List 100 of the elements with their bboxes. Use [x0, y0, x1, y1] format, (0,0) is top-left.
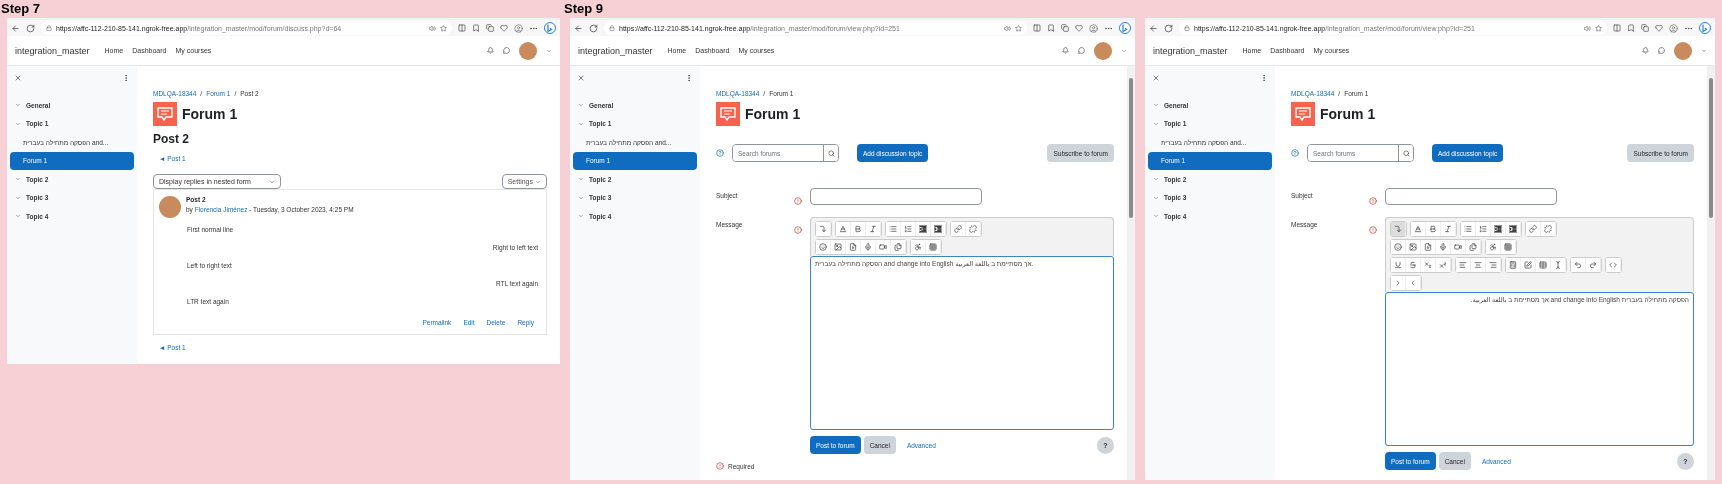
kebab-menu-icon[interactable] — [122, 74, 130, 82]
outdent-button[interactable] — [1491, 222, 1506, 236]
back-icon[interactable] — [574, 23, 583, 33]
scrollbar[interactable] — [1127, 66, 1135, 480]
star-icon[interactable] — [1015, 24, 1022, 32]
heart-icon[interactable] — [1075, 24, 1083, 32]
indent-button[interactable] — [1506, 222, 1521, 236]
align-left-button[interactable] — [1456, 258, 1471, 272]
image-button[interactable] — [1406, 240, 1421, 254]
close-icon[interactable] — [1152, 74, 1160, 82]
bell-icon[interactable] — [487, 47, 494, 54]
outdent-button[interactable] — [916, 222, 931, 236]
video-button[interactable] — [1451, 240, 1466, 254]
bell-icon[interactable] — [1062, 47, 1069, 54]
files-button[interactable] — [891, 240, 906, 254]
close-icon[interactable] — [577, 74, 585, 82]
chevron-down-icon — [15, 176, 21, 183]
font-color-button[interactable] — [836, 222, 851, 236]
user-avatar[interactable] — [1674, 41, 1692, 60]
profile-icon[interactable] — [1089, 23, 1098, 33]
chevron-down-icon[interactable] — [546, 47, 552, 54]
bing-logo-icon[interactable] — [544, 22, 556, 34]
subscript-button[interactable] — [1421, 258, 1436, 272]
collections-icon[interactable] — [486, 24, 494, 32]
site-name[interactable]: integration_master — [578, 45, 653, 56]
refresh-icon[interactable] — [1164, 23, 1173, 33]
heart-icon[interactable] — [500, 24, 508, 32]
media-button[interactable] — [1421, 240, 1436, 254]
split-screen-icon[interactable] — [1033, 24, 1041, 32]
align-right-button[interactable] — [1486, 258, 1501, 272]
heart-icon[interactable] — [1655, 24, 1663, 32]
back-icon[interactable] — [1149, 23, 1158, 33]
bell-icon[interactable] — [1642, 47, 1649, 54]
bing-logo-icon[interactable] — [1699, 22, 1711, 34]
star-icon[interactable] — [1595, 24, 1602, 32]
refresh-icon[interactable] — [589, 23, 598, 33]
read-aloud-icon[interactable] — [429, 24, 436, 32]
emoji-button[interactable] — [816, 240, 831, 254]
unlink-button[interactable] — [966, 222, 981, 236]
refresh-icon[interactable] — [26, 23, 35, 33]
link-button[interactable] — [951, 222, 966, 236]
help-icon[interactable] — [1291, 149, 1299, 157]
files-button[interactable] — [1466, 240, 1481, 254]
unlink-button[interactable] — [1541, 222, 1556, 236]
search-button[interactable] — [1398, 145, 1413, 161]
chevron-down-icon — [15, 102, 21, 109]
kebab-menu-icon[interactable] — [1260, 74, 1268, 82]
favorites-icon[interactable] — [1627, 24, 1635, 32]
kebab-menu-icon[interactable] — [685, 74, 693, 82]
edit-button[interactable] — [1521, 258, 1536, 272]
collections-icon[interactable] — [1641, 24, 1649, 32]
collections-icon[interactable] — [1061, 24, 1069, 32]
strikethrough-button[interactable] — [1406, 258, 1421, 272]
chat-icon[interactable] — [503, 47, 510, 54]
toggle-button[interactable] — [816, 222, 831, 236]
image-button[interactable] — [831, 240, 846, 254]
toggle-button[interactable] — [1391, 222, 1406, 236]
read-aloud-icon[interactable] — [1004, 24, 1011, 32]
user-avatar[interactable] — [519, 41, 537, 60]
user-avatar[interactable] — [1094, 41, 1112, 60]
undo-button[interactable] — [1571, 258, 1586, 272]
chevron-down-icon[interactable] — [1121, 47, 1127, 54]
redo-button[interactable] — [1586, 258, 1601, 272]
site-name[interactable]: integration_master — [1153, 45, 1228, 56]
favorites-icon[interactable] — [1047, 24, 1055, 32]
font-color-button[interactable] — [1411, 222, 1426, 236]
profile-icon[interactable] — [514, 23, 523, 33]
profile-icon[interactable] — [1669, 23, 1678, 33]
help-icon[interactable] — [716, 149, 724, 157]
bullet-list-button[interactable] — [886, 222, 901, 236]
close-icon[interactable] — [14, 74, 22, 82]
video-button[interactable] — [876, 240, 891, 254]
bullet-list-button[interactable] — [1461, 222, 1476, 236]
split-screen-icon[interactable] — [1613, 24, 1621, 32]
table-button[interactable] — [1536, 258, 1551, 272]
chevron-down-icon[interactable] — [1701, 47, 1707, 54]
underline-button[interactable] — [1391, 258, 1406, 272]
site-name[interactable]: integration_master — [15, 45, 90, 56]
star-icon[interactable] — [440, 24, 447, 32]
align-center-button[interactable] — [1471, 258, 1486, 272]
indent-button[interactable] — [931, 222, 946, 236]
subject-input[interactable] — [1385, 188, 1557, 205]
calculator-button[interactable] — [1506, 258, 1521, 272]
bing-logo-icon[interactable] — [1119, 22, 1131, 34]
favorites-icon[interactable] — [472, 24, 480, 32]
chevron-down-icon — [578, 120, 584, 127]
split-screen-icon[interactable] — [458, 24, 466, 32]
emoji-button[interactable] — [1391, 240, 1406, 254]
link-button[interactable] — [1526, 222, 1541, 236]
scrollbar[interactable] — [1707, 66, 1715, 480]
chat-icon[interactable] — [1078, 47, 1085, 54]
search-button[interactable] — [823, 145, 838, 161]
html-button[interactable] — [1606, 258, 1621, 272]
chat-icon[interactable] — [1658, 47, 1665, 54]
superscript-button[interactable] — [1436, 258, 1451, 272]
back-icon[interactable] — [11, 23, 20, 33]
read-aloud-icon[interactable] — [1584, 24, 1591, 32]
subject-input[interactable] — [810, 188, 982, 205]
files-icon — [894, 243, 902, 251]
media-button[interactable] — [846, 240, 861, 254]
